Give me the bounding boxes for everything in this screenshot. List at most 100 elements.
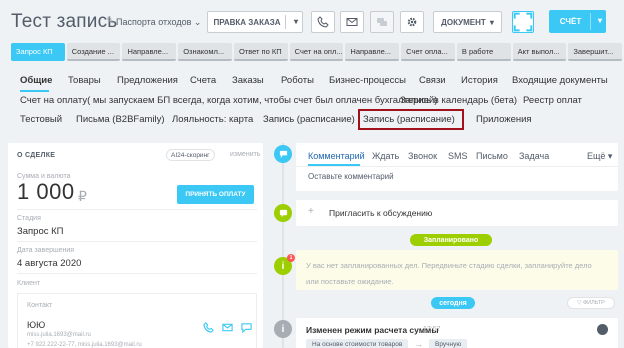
chevron-down-icon[interactable]: ▾ bbox=[598, 16, 602, 25]
chat-button[interactable] bbox=[370, 11, 394, 33]
page-title: Тест запись bbox=[11, 11, 118, 32]
call-button[interactable] bbox=[311, 11, 335, 33]
contact-phone: +7 922 222-22-77, miss.julia.1693@mail.r… bbox=[27, 342, 142, 348]
change-link[interactable]: изменить bbox=[230, 151, 260, 158]
invoice-button[interactable]: СЧЁТ ▾ bbox=[549, 10, 606, 33]
stage-0[interactable]: Запрос КП bbox=[11, 43, 65, 61]
tab-test[interactable]: Тестовый bbox=[20, 114, 62, 125]
today-section-label: сегодня bbox=[431, 297, 475, 309]
arrow-right-icon: → bbox=[414, 339, 423, 348]
notification-badge: 1 bbox=[287, 254, 295, 262]
stage-8[interactable]: В работе bbox=[456, 43, 511, 61]
stage-2[interactable]: Направле... bbox=[122, 43, 177, 61]
tab-orders[interactable]: Заказы bbox=[232, 75, 264, 86]
chat-icon[interactable] bbox=[241, 322, 252, 333]
tab-invoices[interactable]: Счета bbox=[190, 75, 216, 86]
deal-details-card: О СДЕЛКЕ AI24-скоринг изменить Сумма и в… bbox=[8, 143, 263, 348]
chevron-down-icon: ▾ bbox=[489, 17, 494, 27]
planned-hint: У вас нет запланированных дел. Передвинь… bbox=[306, 261, 592, 286]
fullscreen-button[interactable] bbox=[512, 11, 534, 33]
tab-links[interactable]: Связи bbox=[419, 75, 446, 86]
category-label: Паспорта отходов bbox=[116, 17, 192, 27]
close-date-value: 4 августа 2020 bbox=[17, 258, 82, 269]
tab-incoming-documents[interactable]: Входящие документы bbox=[512, 75, 608, 86]
info-icon: i bbox=[274, 320, 292, 338]
tab-quotes[interactable]: Предложения bbox=[117, 75, 178, 86]
chevron-down-icon[interactable]: ▾ bbox=[294, 17, 298, 26]
accept-payment-button[interactable]: ПРИНЯТЬ ОПЛАТУ bbox=[177, 185, 254, 204]
info-glyph: i bbox=[281, 260, 285, 272]
no-planned-activities: У вас нет запланированных дел. Передвинь… bbox=[296, 250, 618, 290]
stage-9[interactable]: Акт выпол... bbox=[512, 43, 567, 61]
comment-input[interactable]: Оставьте комментарий bbox=[308, 172, 394, 181]
stage-bar: Запрос КП Создание ... Направле... Ознакомл… bbox=[11, 43, 623, 61]
invite-icon bbox=[274, 204, 292, 222]
settings-button[interactable] bbox=[400, 11, 424, 33]
divider bbox=[17, 241, 257, 242]
envelope-icon[interactable] bbox=[222, 322, 233, 333]
active-tab-indicator bbox=[20, 90, 49, 92]
gear-icon bbox=[407, 17, 417, 27]
stage-5[interactable]: Счет на опл... bbox=[289, 43, 344, 61]
tab-schedule-entry-1[interactable]: Запись (расписание) bbox=[263, 114, 355, 125]
composer-tab-comment[interactable]: Комментарий bbox=[308, 151, 365, 161]
amount-value: 1 000 bbox=[17, 179, 75, 204]
stage-7[interactable]: Счет опла... bbox=[401, 43, 455, 61]
invite-to-discussion[interactable]: + Пригласить к обсуждению bbox=[296, 200, 618, 226]
stage-6[interactable]: Направле... bbox=[345, 43, 400, 61]
document-button[interactable]: ДОКУМЕНТ ▾ bbox=[433, 11, 502, 33]
activity-composer: Комментарий Ждать Звонок SMS Письмо Зада… bbox=[296, 143, 618, 191]
composer-tab-email[interactable]: Письмо bbox=[476, 151, 508, 161]
edit-title-icon[interactable]: ✎ bbox=[106, 16, 114, 27]
category-selector[interactable]: Паспорта отходов ⌄ bbox=[116, 17, 201, 28]
category-caret-icon: ⌄ bbox=[193, 17, 202, 27]
divider bbox=[17, 273, 257, 274]
chat-icon bbox=[377, 18, 387, 26]
tab-letters[interactable]: Письма (B2BFamily) bbox=[76, 114, 165, 125]
stage-10[interactable]: Завершит... bbox=[568, 43, 623, 61]
deal-header: Тест запись ✎ Паспорта отходов ⌄ ПРАВКА … bbox=[0, 0, 624, 42]
stage-1[interactable]: Создание ... bbox=[66, 43, 121, 61]
tab-invoice-bp[interactable]: Счет на оплату( мы запускаем БП всегда, … bbox=[20, 95, 437, 106]
highlight-box bbox=[358, 109, 464, 130]
composer-tab-more[interactable]: Ещё ▾ bbox=[587, 151, 612, 162]
document-label: ДОКУМЕНТ bbox=[441, 17, 486, 27]
tab-applications[interactable]: Приложения bbox=[476, 114, 532, 125]
stage-value: Запрос КП bbox=[17, 226, 64, 237]
history-to-value: Вручную bbox=[429, 339, 468, 348]
history-item: Изменен режим расчета суммы 17:57 На осн… bbox=[296, 318, 618, 348]
tab-products[interactable]: Товары bbox=[68, 75, 101, 86]
order-edit-button[interactable]: ПРАВКА ЗАКАЗА ▾ bbox=[207, 11, 303, 33]
order-edit-label: ПРАВКА ЗАКАЗА bbox=[213, 17, 281, 27]
contact-actions bbox=[203, 322, 252, 333]
phone-icon bbox=[317, 16, 329, 28]
tab-business-processes[interactable]: Бизнес-процессы bbox=[329, 75, 406, 86]
divider bbox=[17, 209, 257, 210]
history-time: 17:57 bbox=[423, 326, 441, 333]
stage-3[interactable]: Ознакомл... bbox=[178, 43, 232, 61]
ai-scoring-badge[interactable]: AI24-скоринг bbox=[166, 149, 215, 161]
timeline-line bbox=[282, 143, 284, 348]
composer-tab-call[interactable]: Звонок bbox=[408, 151, 437, 161]
composer-tab-sms[interactable]: SMS bbox=[448, 151, 468, 161]
tab-calendar-entry[interactable]: Запись в календарь (бета) bbox=[400, 95, 517, 106]
user-avatar-icon[interactable] bbox=[597, 324, 608, 335]
info-icon: i 1 bbox=[274, 254, 295, 275]
tab-loyalty-card[interactable]: Лояльность: карта bbox=[172, 114, 253, 125]
composer-tab-task[interactable]: Задача bbox=[519, 151, 549, 161]
add-user-icon: + bbox=[308, 206, 314, 217]
contact-email: miss.julia.1693@mail.ru bbox=[27, 332, 91, 338]
tab-general[interactable]: Общие bbox=[20, 75, 52, 86]
contact-block: Контакт ЮЮ miss.julia.1693@mail.ru +7 92… bbox=[17, 293, 257, 348]
tab-robots[interactable]: Роботы bbox=[281, 75, 314, 86]
client-label: Клиент bbox=[17, 280, 41, 287]
contact-name[interactable]: ЮЮ bbox=[27, 320, 45, 330]
stage-4[interactable]: Ответ по КП bbox=[233, 43, 288, 61]
filter-button[interactable]: ▽ ФИЛЬТР bbox=[567, 297, 615, 309]
email-button[interactable] bbox=[340, 11, 364, 33]
composer-tab-wait[interactable]: Ждать bbox=[372, 151, 399, 161]
tab-payment-registry[interactable]: Реестр оплат bbox=[523, 95, 582, 106]
tab-history[interactable]: История bbox=[461, 75, 498, 86]
phone-icon[interactable] bbox=[203, 322, 214, 333]
currency-symbol: ₽ bbox=[78, 188, 87, 204]
